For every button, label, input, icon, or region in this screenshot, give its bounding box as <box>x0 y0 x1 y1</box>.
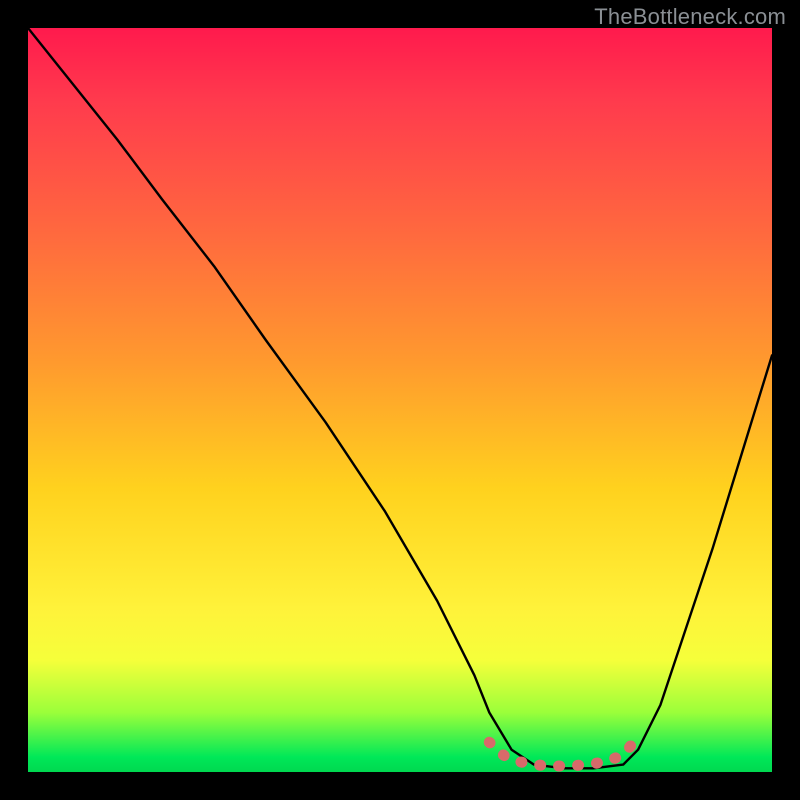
plot-area <box>28 28 772 772</box>
plot-svg <box>28 28 772 772</box>
bottleneck-curve <box>28 28 772 768</box>
watermark-text: TheBottleneck.com <box>594 4 786 30</box>
chart-frame: TheBottleneck.com <box>0 0 800 800</box>
sweet-spot-end-dot <box>625 741 636 752</box>
